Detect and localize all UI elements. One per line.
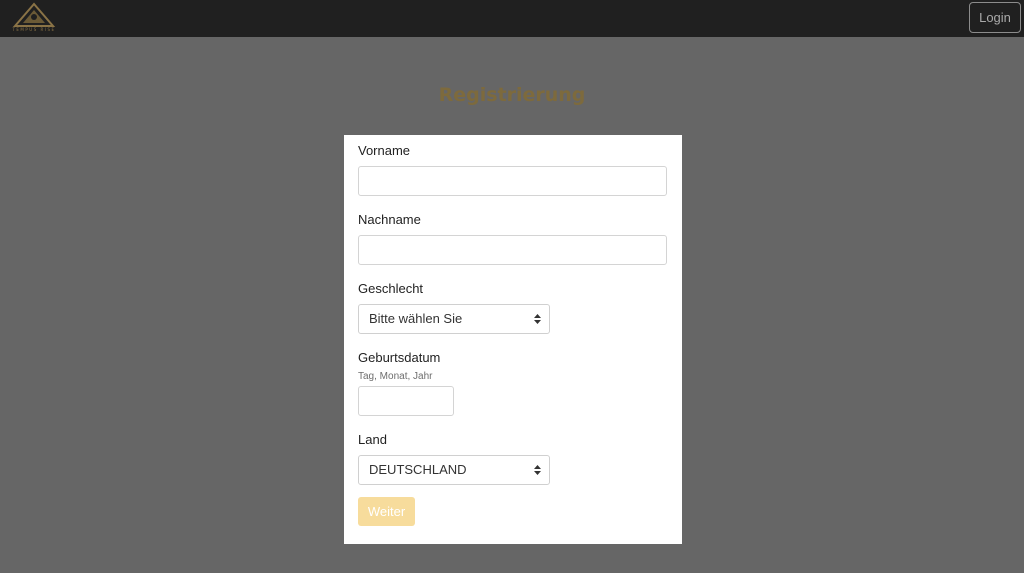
page-title: Registrierung — [438, 84, 586, 106]
country-selected-value: DEUTSCHLAND — [369, 462, 467, 477]
country-select[interactable]: DEUTSCHLAND — [358, 455, 550, 485]
registration-form: Vorname Nachname Geschlecht Bitte wählen… — [344, 135, 682, 544]
logo-text: TEMPUS RISE — [12, 27, 56, 32]
select-arrows-icon — [534, 465, 541, 475]
gender-selected-value: Bitte wählen Sie — [369, 311, 463, 326]
last-name-label: Nachname — [358, 212, 421, 227]
mountain-logo-icon — [12, 2, 56, 27]
birthdate-label: Geburtsdatum — [358, 350, 441, 365]
weiter-button[interactable]: Weiter — [358, 497, 415, 526]
first-name-label: Vorname — [358, 143, 411, 158]
gender-select[interactable]: Bitte wählen Sie — [358, 304, 550, 334]
login-button[interactable]: Login — [969, 2, 1021, 33]
birthdate-hint: Tag, Monat, Jahr — [358, 371, 433, 382]
birthdate-input[interactable] — [358, 386, 454, 416]
top-navbar: TEMPUS RISE Login — [0, 0, 1024, 37]
country-label: Land — [358, 432, 387, 447]
first-name-input[interactable] — [358, 166, 667, 196]
select-arrows-icon — [534, 314, 541, 324]
last-name-input[interactable] — [358, 235, 667, 265]
gender-label: Geschlecht — [358, 281, 424, 296]
brand-logo[interactable]: TEMPUS RISE — [9, 2, 59, 34]
